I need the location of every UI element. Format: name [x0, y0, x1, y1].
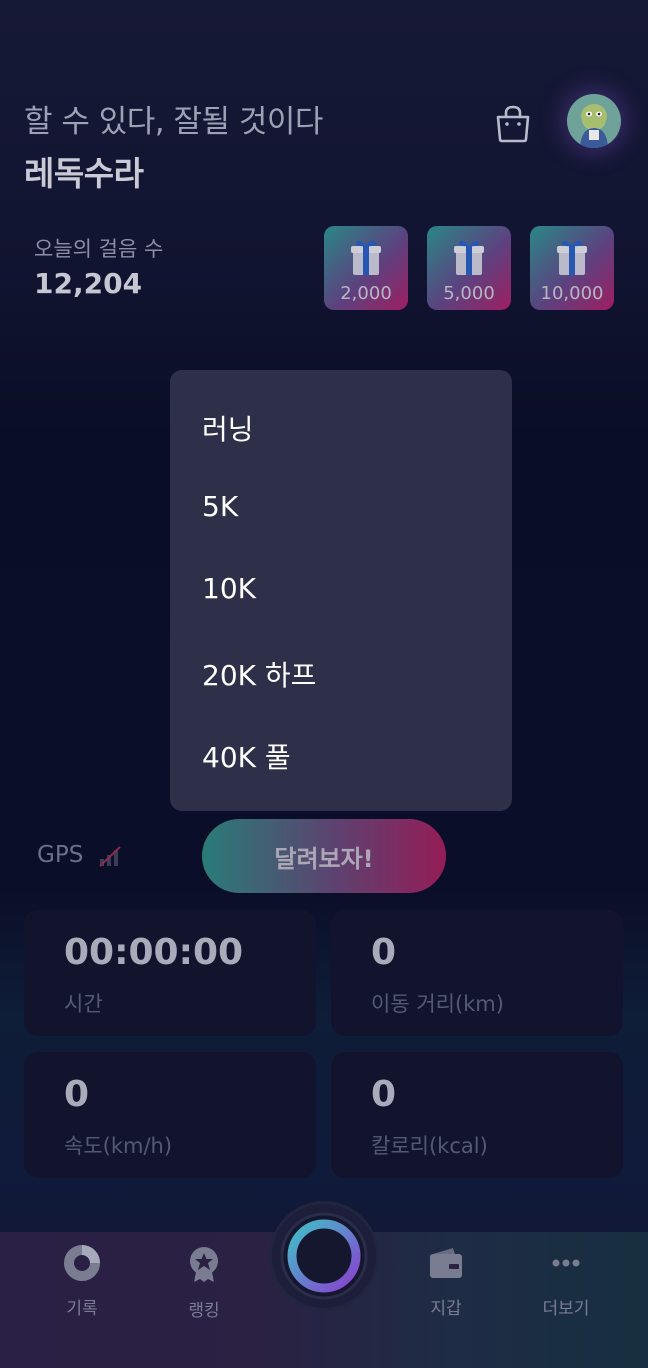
gps-label: GPS — [37, 842, 84, 868]
nav-more-label: 더보기 — [542, 1299, 590, 1319]
gift-reward-5000[interactable]: 5,000 — [427, 226, 511, 310]
ring-icon — [280, 1212, 368, 1300]
gps-signal-off-icon — [99, 846, 121, 867]
gift-icon — [454, 240, 484, 275]
gift-reward-2000[interactable]: 2,000 — [324, 226, 408, 310]
stat-card-distance: 0 이동 거리(km) — [331, 910, 623, 1036]
steps-label: 오늘의 걸음 수 — [34, 237, 164, 261]
nav-records-label: 기록 — [66, 1299, 98, 1319]
nav-more[interactable]: 더보기 — [516, 1244, 616, 1319]
nav-ranking-label: 랭킹 — [188, 1301, 220, 1321]
avatar[interactable] — [567, 94, 621, 148]
stat-label: 이동 거리(km) — [371, 992, 504, 1016]
start-run-button[interactable]: 달려보자! — [202, 819, 446, 893]
stat-value: 0 — [371, 1074, 397, 1115]
stat-label: 시간 — [64, 992, 103, 1016]
gift-amount: 5,000 — [443, 283, 495, 304]
gift-reward-10000[interactable]: 10,000 — [530, 226, 614, 310]
nav-records[interactable]: 기록 — [32, 1244, 132, 1319]
stat-value: 00:00:00 — [64, 932, 244, 973]
avatar-character-icon — [580, 104, 608, 148]
menu-item-5k[interactable]: 5K — [202, 490, 238, 523]
stat-label: 칼로리(kcal) — [371, 1134, 488, 1158]
wallet-icon — [430, 1248, 462, 1278]
menu-item-running[interactable]: 러닝 — [202, 408, 254, 448]
stat-value: 0 — [371, 932, 397, 973]
gift-icon — [557, 240, 587, 275]
stat-card-speed: 0 속도(km/h) — [24, 1052, 316, 1178]
shopping-bag-icon[interactable] — [492, 103, 534, 145]
steps-value: 12,204 — [34, 267, 143, 300]
stat-label: 속도(km/h) — [64, 1134, 173, 1158]
stat-card-calories: 0 칼로리(kcal) — [331, 1052, 623, 1178]
more-dots-icon — [552, 1259, 580, 1267]
gift-amount: 2,000 — [340, 283, 392, 304]
nav-wallet[interactable]: 지갑 — [396, 1244, 496, 1319]
menu-item-10k[interactable]: 10K — [202, 572, 256, 605]
gift-icon — [351, 240, 381, 275]
gift-amount: 10,000 — [540, 283, 604, 304]
medal-icon — [190, 1247, 218, 1282]
username: 레독수라 — [24, 154, 144, 193]
run-type-menu: 러닝 5K 10K 20K 하프 40K 풀 — [170, 370, 512, 811]
nav-wallet-label: 지갑 — [430, 1299, 462, 1319]
menu-item-40k-full[interactable]: 40K 풀 — [202, 736, 291, 776]
motto-text: 할 수 있다, 잘될 것이다 — [24, 104, 323, 140]
menu-item-20k-half[interactable]: 20K 하프 — [202, 654, 316, 694]
stat-card-time: 00:00:00 시간 — [24, 910, 316, 1036]
stat-value: 0 — [64, 1074, 90, 1115]
start-center-button[interactable] — [272, 1204, 376, 1308]
nav-ranking[interactable]: 랭킹 — [154, 1244, 254, 1321]
donut-chart-icon — [64, 1245, 100, 1281]
